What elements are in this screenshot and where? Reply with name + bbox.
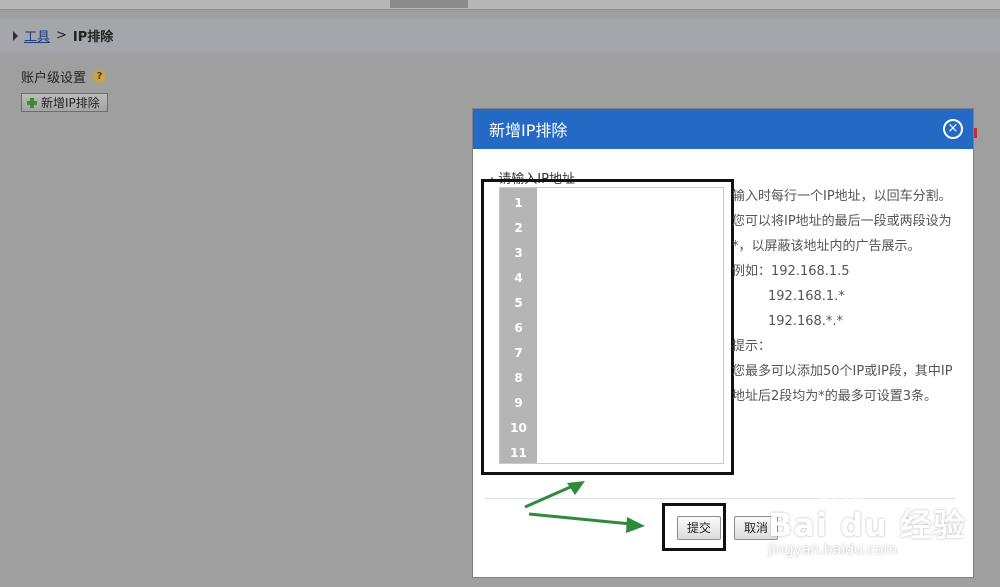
desc-line: 192.168.1.* [768,289,845,304]
help-icon[interactable]: ? [93,70,107,83]
breadcrumb: 工具 > IP排除 [0,18,1000,53]
account-label: 账户级设置 [21,71,87,86]
instructions: 输入时每行一个IP地址，以回车分割。 您可以将IP地址的最后一段或两段设为 *，… [732,187,972,412]
desc-line: 提示： [732,339,772,354]
plus-icon [27,97,37,108]
highlight-box-editor [481,179,734,475]
top-strip [0,0,1000,10]
breadcrumb-separator: > [56,28,67,43]
top-tab[interactable] [390,0,468,8]
desc-line: *，以屏蔽该地址内的广告展示。 [732,239,921,254]
red-mark [974,128,977,138]
arrow-icon [524,481,585,509]
breadcrumb-current: IP排除 [72,30,114,45]
watermark-url: jingyan.baidu.com [768,542,898,558]
breadcrumb-link-tools[interactable]: 工具 [24,26,50,45]
desc-line: 例如：192.168.1.5 [732,264,850,279]
desc-line: 192.168.*.* [768,314,844,329]
baidu-watermark: Bai du 经验 jingyan.baidu.com [760,478,965,568]
close-icon[interactable]: × [943,119,963,139]
add-button-label: 新增IP排除 [41,96,100,110]
add-ip-exclusion-button[interactable]: 新增IP排除 [21,93,108,112]
dialog-title: 新增IP排除 [489,121,568,140]
desc-line: 您最多可以添加50个IP或IP段，其中IP [732,364,953,379]
desc-line: 地址后2段均为*的最多可设置3条。 [732,389,938,404]
account-settings: 账户级设置 ? [21,67,107,86]
watermark-brand: Bai du 经验 [768,506,966,544]
desc-line: 输入时每行一个IP地址，以回车分割。 [732,189,952,204]
desc-line: 您可以将IP地址的最后一段或两段设为 [732,214,952,229]
dialog-header: 新增IP排除 × [473,109,973,149]
triangle-right-icon [13,30,18,41]
highlight-box-submit [662,503,726,551]
arrow-icon [528,512,645,533]
annotation-arrows [524,481,645,533]
